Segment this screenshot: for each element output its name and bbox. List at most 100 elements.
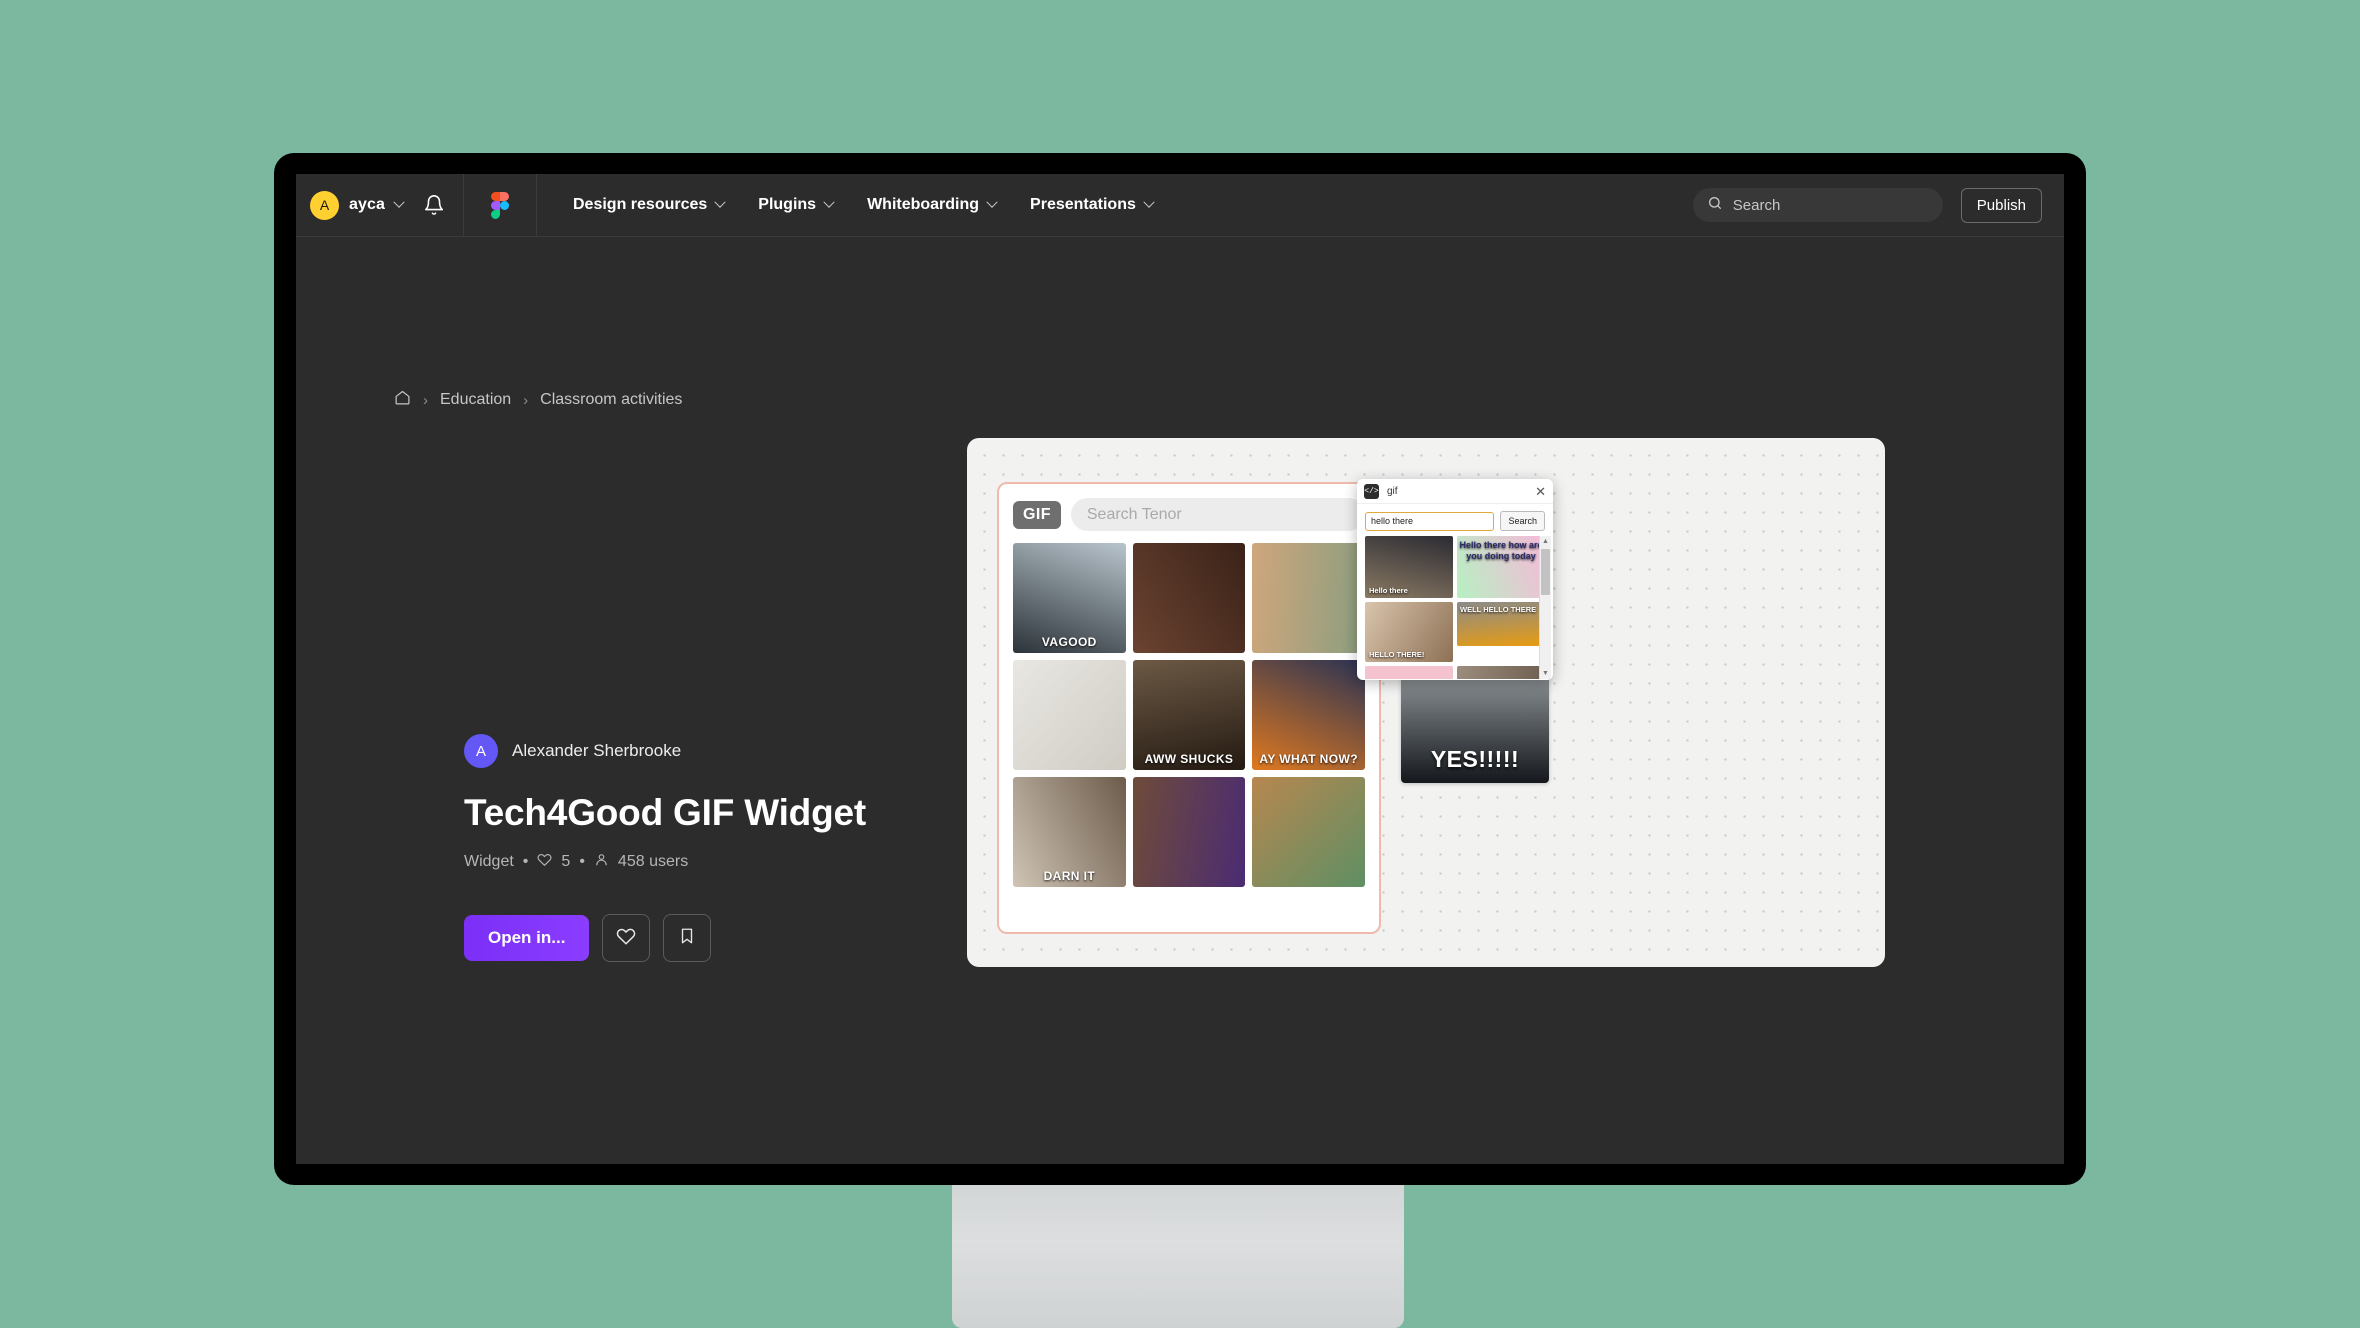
gif-thumbnail-image (1252, 543, 1365, 653)
scrollbar[interactable]: ▲ ▼ (1539, 536, 1551, 679)
gif-thumbnail[interactable] (1132, 543, 1246, 653)
popup-title: gif (1387, 485, 1398, 497)
gif-thumbnail-caption: VAGOOD (1041, 635, 1097, 649)
search-input[interactable]: Search (1692, 188, 1943, 222)
menu-label: Whiteboarding (867, 196, 980, 213)
author-avatar: A (464, 734, 498, 768)
gif-thumbnail[interactable] (1013, 660, 1126, 770)
avatar: A (310, 190, 339, 220)
popup-gif-result[interactable] (1365, 666, 1453, 679)
gif-thumbnail-image (1013, 660, 1126, 770)
breadcrumb: › Education › Classroom activities (394, 389, 682, 411)
popup-results-body: Hello there Hello there how are you doing… (1357, 536, 1553, 679)
popup-gif-result[interactable]: WELL HELLO THERE (1457, 602, 1545, 646)
home-icon[interactable] (394, 389, 411, 411)
popup-gif-caption: HELLO THERE! (1369, 650, 1425, 659)
code-icon: </> (1364, 483, 1379, 499)
heart-icon (616, 926, 636, 951)
search-icon (1707, 195, 1723, 216)
bell-icon[interactable] (423, 194, 445, 216)
gif-thumbnail-image (1132, 777, 1246, 887)
menu-item-whiteboarding[interactable]: Whiteboarding (867, 196, 998, 214)
like-count: 5 (561, 853, 571, 870)
figma-logo[interactable] (464, 174, 537, 236)
gif-thumbnail[interactable] (1132, 777, 1246, 887)
breadcrumb-item-classroom-activities[interactable]: Classroom activities (540, 391, 682, 409)
gif-thumbnail-caption: AWW SHUCKS (1144, 752, 1234, 766)
author-name: Alexander Sherbrooke (512, 741, 682, 760)
resource-detail: A Alexander Sherbrooke Tech4Good GIF Wid… (464, 734, 866, 962)
chevron-down-icon (823, 196, 835, 208)
nav-right-group: Search Publish (1692, 187, 2064, 223)
menu-label: Presentations (1030, 196, 1136, 213)
gif-widget-card: GIF Search Tenor VAGOOD AWW SHUCKS AY WHAT… (997, 482, 1381, 934)
gif-badge: GIF (1013, 500, 1061, 529)
gif-widget-header: GIF Search Tenor (999, 484, 1379, 531)
browser-screen: A ayca Design resources Plugins Whiteboa… (296, 174, 2064, 1164)
chevron-down-icon (986, 196, 998, 208)
gif-thumbnail-image (1252, 777, 1365, 887)
menu-item-design-resources[interactable]: Design resources (573, 196, 726, 214)
popup-gif-result[interactable]: HELLO THERE! (1365, 602, 1453, 662)
meta-dot: • (522, 853, 529, 870)
menu-item-presentations[interactable]: Presentations (1030, 196, 1155, 214)
laptop-base (952, 1185, 1404, 1328)
page-title: Tech4Good GIF Widget (464, 792, 866, 833)
popup-gif-image (1457, 666, 1545, 679)
popup-search-row: hello there Search (1357, 504, 1553, 536)
close-icon[interactable]: ✕ (1535, 485, 1546, 498)
caret-up-icon[interactable]: ▲ (1540, 536, 1551, 547)
heart-icon (537, 852, 552, 872)
popup-gif-caption: WELL HELLO THERE (1460, 605, 1537, 614)
popup-gif-result[interactable]: Hello there how are you doing today (1457, 536, 1545, 598)
save-button[interactable] (663, 914, 712, 962)
author-row[interactable]: A Alexander Sherbrooke (464, 734, 866, 768)
chevron-down-icon (1143, 196, 1155, 208)
menu-item-plugins[interactable]: Plugins (758, 196, 835, 214)
popup-gif-result[interactable] (1457, 666, 1545, 679)
like-button[interactable] (602, 914, 651, 962)
gif-thumbnail[interactable] (1252, 543, 1365, 653)
gif-thumbnail-caption: DARN IT (1043, 869, 1096, 883)
popup-search-button[interactable]: Search (1500, 511, 1545, 531)
popup-gif-image (1365, 666, 1453, 679)
tenor-search-input[interactable]: Search Tenor (1070, 498, 1365, 531)
chevron-down-icon (714, 196, 726, 208)
account-menu[interactable]: A ayca (296, 174, 464, 236)
person-icon (594, 852, 609, 872)
popup-titlebar: </> gif ✕ (1357, 479, 1553, 504)
gif-thumbnail-caption: AY WHAT NOW? (1259, 752, 1358, 766)
main-menu: Design resources Plugins Whiteboarding P… (537, 196, 1155, 214)
resource-type: Widget (464, 853, 514, 870)
tenor-search-popup: </> gif ✕ hello there Search Hello there… (1357, 479, 1553, 680)
action-buttons: Open in... (464, 914, 866, 962)
meta-dot: • (579, 853, 585, 870)
user-count: 458 users (617, 853, 689, 870)
chevron-down-icon (393, 196, 405, 208)
gif-thumbnail-image (1132, 543, 1246, 653)
bookmark-icon (678, 926, 696, 951)
gif-thumbnail[interactable]: VAGOOD (1013, 543, 1126, 653)
gif-caption: YES!!!!! (1430, 746, 1520, 772)
popup-gif-result[interactable]: Hello there (1365, 536, 1453, 598)
popup-search-input[interactable]: hello there (1365, 511, 1495, 531)
popup-gif-caption: Hello there how are you doing today (1459, 540, 1543, 561)
caret-down-icon[interactable]: ▼ (1540, 668, 1551, 679)
search-placeholder: Search (1732, 196, 1781, 214)
open-in-button[interactable]: Open in... (464, 915, 590, 961)
resource-meta: Widget • 5 • 458 users (464, 852, 866, 872)
popup-gif-caption: Hello there (1369, 586, 1408, 595)
publish-button[interactable]: Publish (1960, 187, 2042, 223)
widget-preview-canvas: GIF Search Tenor VAGOOD AWW SHUCKS AY WHAT… (967, 438, 1885, 967)
popup-results-grid: Hello there Hello there how are you doing… (1365, 536, 1545, 679)
gif-thumbnail-grid: VAGOOD AWW SHUCKS AY WHAT NOW? DARN IT (999, 531, 1379, 901)
breadcrumb-item-education[interactable]: Education (440, 391, 511, 409)
gif-thumbnail[interactable] (1252, 777, 1365, 887)
gif-thumbnail[interactable]: AY WHAT NOW? (1252, 660, 1365, 770)
breadcrumb-separator: › (523, 391, 529, 409)
menu-label: Design resources (573, 196, 708, 213)
scrollbar-thumb[interactable] (1541, 549, 1550, 595)
gif-thumbnail[interactable]: AWW SHUCKS (1132, 660, 1246, 770)
gif-thumbnail[interactable]: DARN IT (1013, 777, 1126, 887)
top-navigation-bar: A ayca Design resources Plugins Whiteboa… (296, 174, 2064, 237)
